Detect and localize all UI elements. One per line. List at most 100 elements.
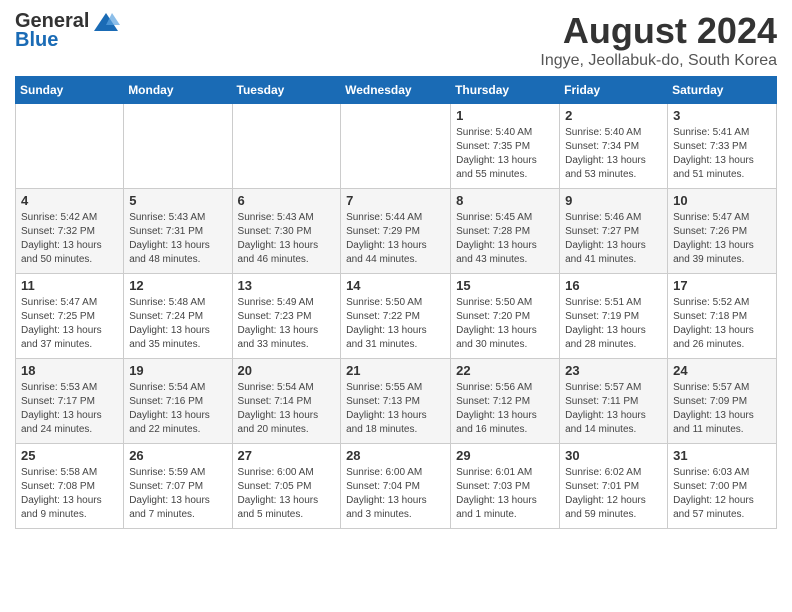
day-number: 15 bbox=[456, 278, 554, 293]
day-info: Sunrise: 5:43 AM Sunset: 7:30 PM Dayligh… bbox=[238, 211, 336, 267]
month-title: August 2024 bbox=[540, 10, 777, 52]
calendar-cell: 25Sunrise: 5:58 AM Sunset: 7:08 PM Dayli… bbox=[16, 444, 124, 529]
day-header-tuesday: Tuesday bbox=[232, 77, 341, 104]
calendar-cell: 21Sunrise: 5:55 AM Sunset: 7:13 PM Dayli… bbox=[341, 359, 451, 444]
day-info: Sunrise: 6:00 AM Sunset: 7:04 PM Dayligh… bbox=[346, 466, 445, 522]
calendar-cell: 5 Sunrise: 5:43 AM Sunset: 7:31 PM Daylig… bbox=[124, 189, 232, 274]
calendar-cell: 19 Sunrise: 5:54 AM Sunset: 7:16 PM Dayli… bbox=[124, 359, 232, 444]
day-info: Sunrise: 5:50 AM Sunset: 7:20 PM Dayligh… bbox=[456, 296, 554, 352]
day-info: Sunrise: 6:01 AM Sunset: 7:03 PM Dayligh… bbox=[456, 466, 554, 522]
day-number: 6 bbox=[238, 193, 336, 208]
calendar-table: SundayMondayTuesdayWednesdayThursdayFrid… bbox=[15, 76, 777, 529]
day-header-sunday: Sunday bbox=[16, 77, 124, 104]
day-number: 1 bbox=[456, 108, 554, 123]
day-info: Sunrise: 5:49 AM Sunset: 7:23 PM Dayligh… bbox=[238, 296, 336, 352]
calendar-cell: 1 Sunrise: 5:40 AM Sunset: 7:35 PM Daylig… bbox=[451, 104, 560, 189]
day-number: 5 bbox=[129, 193, 226, 208]
calendar-week-row: 25Sunrise: 5:58 AM Sunset: 7:08 PM Dayli… bbox=[16, 444, 777, 529]
day-number: 26 bbox=[129, 448, 226, 463]
calendar-week-row: 11 Sunrise: 5:47 AM Sunset: 7:25 PM Dayli… bbox=[16, 274, 777, 359]
calendar-cell: 31 Sunrise: 6:03 AM Sunset: 7:00 PM Dayli… bbox=[668, 444, 777, 529]
day-number: 12 bbox=[129, 278, 226, 293]
day-number: 20 bbox=[238, 363, 336, 378]
day-info: Sunrise: 5:42 AM Sunset: 7:32 PM Dayligh… bbox=[21, 211, 118, 267]
calendar-week-row: 18 Sunrise: 5:53 AM Sunset: 7:17 PM Dayli… bbox=[16, 359, 777, 444]
day-header-friday: Friday bbox=[560, 77, 668, 104]
calendar-week-row: 4 Sunrise: 5:42 AM Sunset: 7:32 PM Daylig… bbox=[16, 189, 777, 274]
calendar-cell: 26 Sunrise: 5:59 AM Sunset: 7:07 PM Dayli… bbox=[124, 444, 232, 529]
calendar-cell: 12Sunrise: 5:48 AM Sunset: 7:24 PM Dayli… bbox=[124, 274, 232, 359]
day-header-saturday: Saturday bbox=[668, 77, 777, 104]
calendar-cell: 11 Sunrise: 5:47 AM Sunset: 7:25 PM Dayli… bbox=[16, 274, 124, 359]
day-number: 23 bbox=[565, 363, 662, 378]
day-info: Sunrise: 5:55 AM Sunset: 7:13 PM Dayligh… bbox=[346, 381, 445, 437]
day-info: Sunrise: 6:00 AM Sunset: 7:05 PM Dayligh… bbox=[238, 466, 336, 522]
logo-blue-text: Blue bbox=[15, 29, 58, 52]
calendar-cell: 10 Sunrise: 5:47 AM Sunset: 7:26 PM Dayli… bbox=[668, 189, 777, 274]
day-header-monday: Monday bbox=[124, 77, 232, 104]
calendar-cell: 28 Sunrise: 6:00 AM Sunset: 7:04 PM Dayli… bbox=[341, 444, 451, 529]
day-number: 19 bbox=[129, 363, 226, 378]
day-info: Sunrise: 5:40 AM Sunset: 7:34 PM Dayligh… bbox=[565, 126, 662, 182]
day-info: Sunrise: 5:57 AM Sunset: 7:11 PM Dayligh… bbox=[565, 381, 662, 437]
calendar-header-row: SundayMondayTuesdayWednesdayThursdayFrid… bbox=[16, 77, 777, 104]
location-title: Ingye, Jeollabuk-do, South Korea bbox=[540, 52, 777, 70]
calendar-cell: 2 Sunrise: 5:40 AM Sunset: 7:34 PM Daylig… bbox=[560, 104, 668, 189]
day-number: 28 bbox=[346, 448, 445, 463]
day-info: Sunrise: 5:53 AM Sunset: 7:17 PM Dayligh… bbox=[21, 381, 118, 437]
day-number: 25 bbox=[21, 448, 118, 463]
calendar-cell: 6 Sunrise: 5:43 AM Sunset: 7:30 PM Daylig… bbox=[232, 189, 341, 274]
calendar-cell: 16 Sunrise: 5:51 AM Sunset: 7:19 PM Dayli… bbox=[560, 274, 668, 359]
day-info: Sunrise: 5:54 AM Sunset: 7:16 PM Dayligh… bbox=[129, 381, 226, 437]
day-info: Sunrise: 5:45 AM Sunset: 7:28 PM Dayligh… bbox=[456, 211, 554, 267]
day-number: 29 bbox=[456, 448, 554, 463]
calendar-cell: 14Sunrise: 5:50 AM Sunset: 7:22 PM Dayli… bbox=[341, 274, 451, 359]
day-info: Sunrise: 5:47 AM Sunset: 7:26 PM Dayligh… bbox=[673, 211, 771, 267]
day-info: Sunrise: 6:03 AM Sunset: 7:00 PM Dayligh… bbox=[673, 466, 771, 522]
calendar-cell: 23 Sunrise: 5:57 AM Sunset: 7:11 PM Dayli… bbox=[560, 359, 668, 444]
calendar-cell: 27Sunrise: 6:00 AM Sunset: 7:05 PM Dayli… bbox=[232, 444, 341, 529]
day-number: 30 bbox=[565, 448, 662, 463]
day-number: 31 bbox=[673, 448, 771, 463]
day-header-wednesday: Wednesday bbox=[341, 77, 451, 104]
calendar-cell bbox=[16, 104, 124, 189]
calendar-cell: 30 Sunrise: 6:02 AM Sunset: 7:01 PM Dayli… bbox=[560, 444, 668, 529]
calendar-cell: 15 Sunrise: 5:50 AM Sunset: 7:20 PM Dayli… bbox=[451, 274, 560, 359]
day-number: 17 bbox=[673, 278, 771, 293]
page-header: General Blue August 2024 Ingye, Jeollabu… bbox=[15, 10, 777, 70]
calendar-cell: 13 Sunrise: 5:49 AM Sunset: 7:23 PM Dayli… bbox=[232, 274, 341, 359]
day-info: Sunrise: 5:44 AM Sunset: 7:29 PM Dayligh… bbox=[346, 211, 445, 267]
calendar-cell bbox=[124, 104, 232, 189]
day-info: Sunrise: 5:40 AM Sunset: 7:35 PM Dayligh… bbox=[456, 126, 554, 182]
day-number: 10 bbox=[673, 193, 771, 208]
day-info: Sunrise: 5:46 AM Sunset: 7:27 PM Dayligh… bbox=[565, 211, 662, 267]
day-info: Sunrise: 5:51 AM Sunset: 7:19 PM Dayligh… bbox=[565, 296, 662, 352]
day-number: 16 bbox=[565, 278, 662, 293]
day-number: 11 bbox=[21, 278, 118, 293]
title-area: August 2024 Ingye, Jeollabuk-do, South K… bbox=[540, 10, 777, 70]
calendar-cell: 22 Sunrise: 5:56 AM Sunset: 7:12 PM Dayli… bbox=[451, 359, 560, 444]
day-number: 24 bbox=[673, 363, 771, 378]
day-header-thursday: Thursday bbox=[451, 77, 560, 104]
calendar-cell: 20Sunrise: 5:54 AM Sunset: 7:14 PM Dayli… bbox=[232, 359, 341, 444]
day-info: Sunrise: 6:02 AM Sunset: 7:01 PM Dayligh… bbox=[565, 466, 662, 522]
day-number: 13 bbox=[238, 278, 336, 293]
calendar-week-row: 1 Sunrise: 5:40 AM Sunset: 7:35 PM Daylig… bbox=[16, 104, 777, 189]
day-info: Sunrise: 5:59 AM Sunset: 7:07 PM Dayligh… bbox=[129, 466, 226, 522]
day-info: Sunrise: 5:43 AM Sunset: 7:31 PM Dayligh… bbox=[129, 211, 226, 267]
calendar-cell bbox=[232, 104, 341, 189]
day-number: 18 bbox=[21, 363, 118, 378]
day-info: Sunrise: 5:50 AM Sunset: 7:22 PM Dayligh… bbox=[346, 296, 445, 352]
calendar-cell: 7Sunrise: 5:44 AM Sunset: 7:29 PM Daylig… bbox=[341, 189, 451, 274]
calendar-cell: 24Sunrise: 5:57 AM Sunset: 7:09 PM Dayli… bbox=[668, 359, 777, 444]
logo: General Blue bbox=[15, 10, 120, 52]
day-number: 3 bbox=[673, 108, 771, 123]
day-info: Sunrise: 5:56 AM Sunset: 7:12 PM Dayligh… bbox=[456, 381, 554, 437]
day-number: 2 bbox=[565, 108, 662, 123]
calendar-cell: 18 Sunrise: 5:53 AM Sunset: 7:17 PM Dayli… bbox=[16, 359, 124, 444]
day-number: 8 bbox=[456, 193, 554, 208]
day-info: Sunrise: 5:47 AM Sunset: 7:25 PM Dayligh… bbox=[21, 296, 118, 352]
day-number: 4 bbox=[21, 193, 118, 208]
calendar-cell bbox=[341, 104, 451, 189]
day-number: 22 bbox=[456, 363, 554, 378]
